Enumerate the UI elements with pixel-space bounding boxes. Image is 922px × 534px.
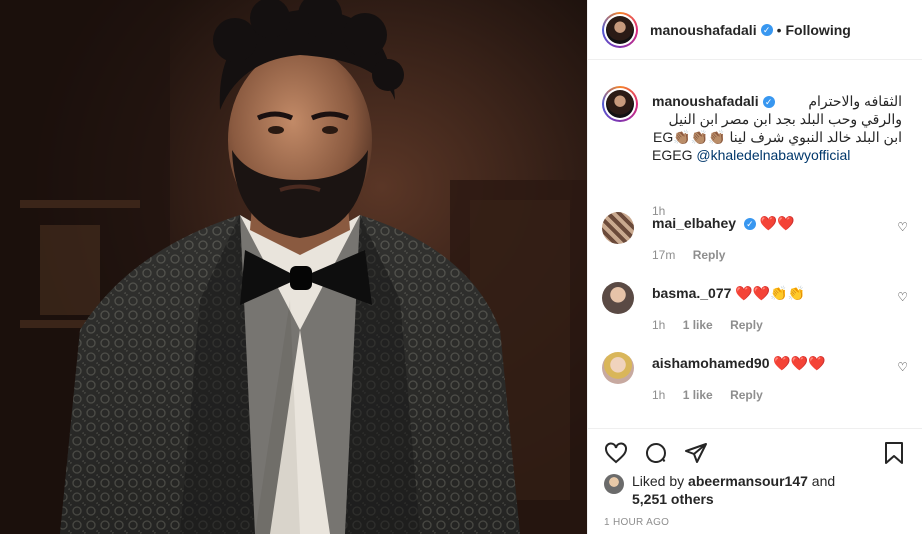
separator-dot: • <box>776 21 782 38</box>
reply-button[interactable]: Reply <box>730 388 763 402</box>
verified-icon: ✓ <box>762 96 775 109</box>
caption-text: manoushafadali ✓ الثقافه والاحترام والرقي… <box>652 92 902 164</box>
comment-username[interactable]: aishamohamed90 <box>652 355 770 371</box>
comment-username[interactable]: mai_elbahey <box>652 215 736 231</box>
caption-line-1: الثقافه والاحترام <box>808 93 902 109</box>
avatar-image <box>606 15 634 44</box>
comment-text: ❤️❤️❤️ <box>773 355 826 371</box>
action-bar <box>588 428 922 476</box>
post-photo[interactable] <box>0 0 587 534</box>
caption-avatar[interactable] <box>602 86 638 122</box>
caption: manoushafadali ✓ الثقافه والاحترام والرقي… <box>602 86 908 218</box>
comment-avatar[interactable] <box>602 212 634 244</box>
post-detail-panel: manoushafadali ✓ • Following manoushafad… <box>587 0 922 534</box>
caption-line-3: ابن البلد خالد النبوي شرف لينا 👏🏽👏🏽👏🏽EG <box>653 129 902 145</box>
reply-button[interactable]: Reply <box>730 318 763 332</box>
comment-time: 1h <box>652 318 666 332</box>
like-comment-heart-icon[interactable]: ♡ <box>897 290 908 304</box>
caption-username[interactable]: manoushafadali <box>652 93 759 109</box>
comment-username[interactable]: basma._077 <box>652 285 731 301</box>
caption-line-4: EGEG <box>652 147 693 163</box>
caption-line-2: والرقي وحب البلد بجد ابن مصر ابن النيل <box>668 111 903 127</box>
verified-icon: ✓ <box>760 23 773 36</box>
mention-link[interactable]: @khaledelnabawyofficial <box>696 147 850 163</box>
author-avatar[interactable] <box>602 11 638 48</box>
liker-avatar[interactable] <box>604 474 624 494</box>
verified-icon: ✓ <box>743 218 756 231</box>
comment-icon[interactable] <box>642 439 670 467</box>
author-username[interactable]: manoushafadali <box>650 22 757 38</box>
liked-by-label: Liked by <box>632 473 685 489</box>
share-icon[interactable] <box>682 439 710 467</box>
liked-by-and: and <box>811 473 836 489</box>
comment-meta: 1h 1 like Reply <box>652 388 777 402</box>
comments-section[interactable]: manoushafadali ✓ الثقافه والاحترام والرقي… <box>588 60 922 428</box>
like-comment-heart-icon[interactable]: ♡ <box>897 360 908 374</box>
heart-icon[interactable] <box>602 439 630 467</box>
comment-text: ❤️❤️👏👏 <box>735 285 806 301</box>
liker-username[interactable]: abeermansour147 <box>688 473 808 489</box>
comment-time: 1h <box>652 388 666 402</box>
comment-avatar[interactable] <box>602 282 634 314</box>
like-comment-heart-icon[interactable]: ♡ <box>897 220 908 234</box>
comment-time: 17m <box>652 248 676 262</box>
reply-button[interactable]: Reply <box>693 248 726 262</box>
save-icon[interactable] <box>880 439 908 467</box>
likes-count[interactable]: 5,251 others <box>632 491 714 507</box>
comment-avatar[interactable] <box>602 352 634 384</box>
comment-item: basma._077 ❤️❤️👏👏 ♡ 1h 1 like Reply <box>602 282 908 342</box>
portrait-image <box>0 0 587 534</box>
comment-text: ❤️❤️ <box>759 215 795 231</box>
following-button[interactable]: Following <box>786 22 851 38</box>
comment-item: aishamohamed90 ❤️❤️❤️ ♡ 1h 1 like Reply <box>602 352 908 412</box>
comment-meta: 17m Reply <box>652 248 739 262</box>
comment-likes[interactable]: 1 like <box>683 318 713 332</box>
comment-item: mai_elbahey ✓ ❤️❤️ ♡ 17m Reply <box>602 212 908 272</box>
comment-meta: 1h 1 like Reply <box>652 318 777 332</box>
post-timestamp[interactable]: 1 HOUR AGO <box>604 517 669 528</box>
comment-likes[interactable]: 1 like <box>683 388 713 402</box>
post-header: manoushafadali ✓ • Following <box>588 0 922 60</box>
